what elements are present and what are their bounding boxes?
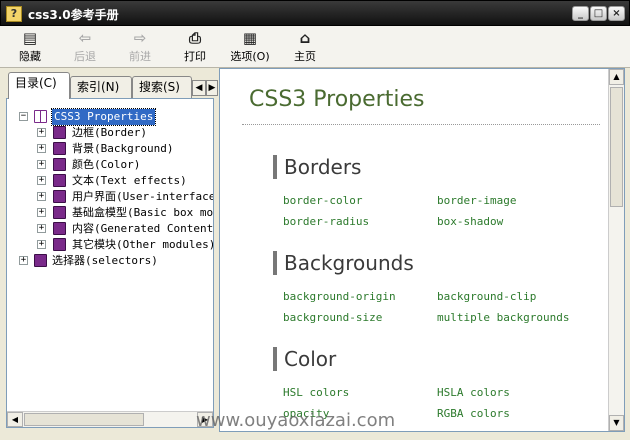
expand-icon[interactable]: + [19,256,28,265]
scroll-thumb[interactable] [610,87,623,207]
forward-button[interactable]: ⇨ 前进 [116,29,164,65]
print-label: 打印 [184,50,206,63]
book-icon [53,126,66,139]
scroll-up-icon[interactable]: ▲ [609,69,624,85]
link-hsl-colors[interactable]: HSL colors [283,386,349,399]
book-icon [53,190,66,203]
home-button[interactable]: ⌂ 主页 [281,29,329,65]
print-button[interactable]: ⎙ 打印 [171,29,219,65]
options-button[interactable]: ▦ 选项(O) [226,29,274,65]
tab-index[interactable]: 索引(N) [70,76,132,98]
link-border-radius[interactable]: border-radius [283,215,369,228]
tree-node-label[interactable]: 内容(Generated Content) [72,221,213,237]
link-background-clip[interactable]: background-clip [437,290,536,303]
hide-button[interactable]: ▤ 隐藏 [6,29,54,65]
expand-icon[interactable]: + [37,176,46,185]
tree-node-label[interactable]: 文本(Text effects) [72,173,187,189]
home-label: 主页 [294,50,316,63]
scroll-thumb[interactable] [24,413,144,426]
tree-node-label[interactable]: 选择器(selectors) [52,253,158,269]
options-label: 选项(O) [230,50,270,63]
open-book-icon [34,110,47,123]
title-divider [242,124,600,125]
expand-icon[interactable]: + [37,208,46,217]
back-label: 后退 [74,50,96,63]
back-arrow-icon: ⇦ [78,29,92,47]
tab-contents[interactable]: 目录(C) [8,72,70,99]
tree-node-label[interactable]: 基础盒模型(Basic box mo [72,205,213,221]
tree-node-label[interactable]: 用户界面(User-interface [72,189,213,205]
link-rgba-colors[interactable]: RGBA colors [437,407,510,420]
back-button[interactable]: ⇦ 后退 [61,29,109,65]
link-border-image[interactable]: border-image [437,194,516,207]
expand-icon[interactable]: + [37,128,46,137]
minimize-button[interactable]: _ [572,6,589,21]
window-title: css3.0参考手册 [28,8,119,22]
tree-node-label[interactable]: 颜色(Color) [72,157,140,173]
printer-icon: ⎙ [188,29,201,47]
close-button[interactable]: × [608,6,625,21]
title-bar: ? css3.0参考手册 _ □ × [0,0,630,26]
tree-node-label[interactable]: 边框(Border) [72,125,147,141]
book-icon [53,238,66,251]
tree-node-label[interactable]: 背景(Background) [72,141,173,157]
link-background-origin[interactable]: background-origin [283,290,396,303]
expand-icon[interactable]: + [37,144,46,153]
hide-icon: ▤ [22,29,38,47]
scroll-left-icon[interactable]: ◀ [7,412,23,427]
tree-node-label[interactable]: 其它模块(Other modules) [72,237,213,253]
vertical-scrollbar[interactable]: ▲ ▼ [608,69,624,431]
tab-scroll-right-button[interactable]: ▶ [206,80,218,96]
expand-icon[interactable]: + [37,160,46,169]
tree-node-label[interactable]: CSS3 Properties [50,108,157,126]
book-icon [53,174,66,187]
toolbar: ▤ 隐藏 ⇦ 后退 ⇨ 前进 ⎙ 打印 ▦ 选项(O) ⌂ 主页 [0,26,630,68]
book-icon [53,206,66,219]
link-background-size[interactable]: background-size [283,311,382,324]
tab-scroll-left-button[interactable]: ◀ [192,80,206,96]
tab-search[interactable]: 搜索(S) [132,76,192,98]
link-border-color[interactable]: border-color [283,194,362,207]
link-box-shadow[interactable]: box-shadow [437,215,503,228]
contents-tree: − CSS3 Properties + 边框(Border) + 背景(Back… [6,98,214,428]
watermark: www.ouyaoxiazai.com [196,410,396,431]
link-multiple-backgrounds[interactable]: multiple backgrounds [437,311,569,324]
expand-icon[interactable]: + [37,240,46,249]
forward-label: 前进 [129,50,151,63]
section-heading-backgrounds: Backgrounds [273,251,414,275]
page-title: CSS3 Properties [249,87,425,112]
book-icon [53,142,66,155]
expand-icon[interactable]: + [37,192,46,201]
link-hsla-colors[interactable]: HSLA colors [437,386,510,399]
scroll-down-icon[interactable]: ▼ [609,415,624,431]
maximize-button[interactable]: □ [590,6,607,21]
book-icon [53,158,66,171]
navigation-pane: 目录(C) 索引(N) 搜索(S) ◀ ▶ − CSS3 Properties … [6,72,218,428]
section-heading-color: Color [273,347,336,371]
section-heading-borders: Borders [273,155,361,179]
expand-icon[interactable]: + [37,224,46,233]
forward-arrow-icon: ⇨ [133,29,147,47]
horizontal-scrollbar[interactable]: ◀ ▶ [7,411,213,427]
help-book-icon: ? [6,6,22,22]
book-icon [34,254,47,267]
content-pane: CSS3 Properties Borders border-color bor… [219,68,625,432]
book-icon [53,222,66,235]
hide-label: 隐藏 [19,50,41,63]
home-page-icon: ⌂ [299,29,311,47]
collapse-icon[interactable]: − [19,112,28,121]
options-icon: ▦ [242,29,258,47]
